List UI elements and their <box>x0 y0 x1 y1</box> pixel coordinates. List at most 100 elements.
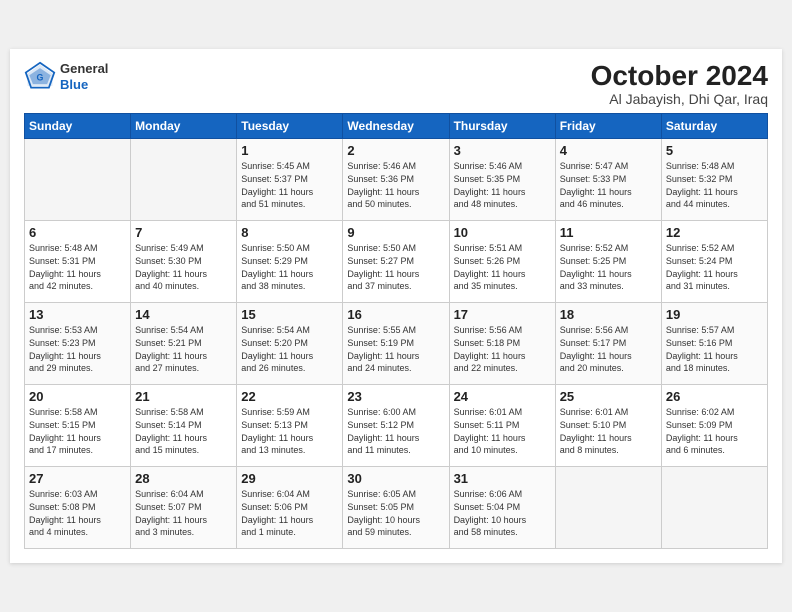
calendar-week-3: 13 Sunrise: 5:53 AM Sunset: 5:23 PM Dayli… <box>25 303 768 385</box>
day-number: 6 <box>29 225 126 240</box>
day-number: 25 <box>560 389 657 404</box>
day-number: 2 <box>347 143 444 158</box>
day-info: Sunrise: 5:48 AM Sunset: 5:32 PM Dayligh… <box>666 160 763 210</box>
day-number: 17 <box>454 307 551 322</box>
day-number: 18 <box>560 307 657 322</box>
calendar-cell: 18Sunrise: 5:56 AM Sunset: 5:17 PM Dayli… <box>555 303 661 385</box>
day-info: Sunrise: 5:52 AM Sunset: 5:24 PM Dayligh… <box>666 242 763 292</box>
day-number: 30 <box>347 471 444 486</box>
day-number: 28 <box>135 471 232 486</box>
day-number: 23 <box>347 389 444 404</box>
calendar-cell: 16 Sunrise: 5:55 AM Sunset: 5:19 PM Dayli… <box>343 303 449 385</box>
calendar-cell: 11Sunrise: 5:52 AM Sunset: 5:25 PM Dayli… <box>555 221 661 303</box>
calendar-cell: 26 Sunrise: 6:02 AM Sunset: 5:09 PM Dayli… <box>661 385 767 467</box>
calendar-header: Sunday Monday Tuesday Wednesday Thursday… <box>25 114 768 139</box>
calendar-container: G General Blue October 2024 Al Jabayish,… <box>10 49 782 564</box>
header: G General Blue October 2024 Al Jabayish,… <box>24 61 768 108</box>
calendar-title: October 2024 <box>591 61 768 92</box>
calendar-cell: 25 Sunrise: 6:01 AM Sunset: 5:10 PM Dayli… <box>555 385 661 467</box>
day-number: 4 <box>560 143 657 158</box>
calendar-cell: 4 Sunrise: 5:47 AM Sunset: 5:33 PM Daylig… <box>555 139 661 221</box>
day-number: 27 <box>29 471 126 486</box>
calendar-cell <box>555 467 661 549</box>
header-row: Sunday Monday Tuesday Wednesday Thursday… <box>25 114 768 139</box>
day-info: Sunrise: 5:46 AM Sunset: 5:36 PM Dayligh… <box>347 160 444 210</box>
day-info: Sunrise: 5:45 AM Sunset: 5:37 PM Dayligh… <box>241 160 338 210</box>
calendar-cell: 23 Sunrise: 6:00 AM Sunset: 5:12 PM Dayli… <box>343 385 449 467</box>
calendar-cell <box>661 467 767 549</box>
calendar-cell: 29 Sunrise: 6:04 AM Sunset: 5:06 PM Dayli… <box>237 467 343 549</box>
calendar-cell: 9 Sunrise: 5:50 AM Sunset: 5:27 PM Daylig… <box>343 221 449 303</box>
calendar-cell: 7 Sunrise: 5:49 AM Sunset: 5:30 PM Daylig… <box>131 221 237 303</box>
day-number: 22 <box>241 389 338 404</box>
day-info: Sunrise: 6:04 AM Sunset: 5:06 PM Dayligh… <box>241 488 338 538</box>
logo-text: General Blue <box>60 61 108 92</box>
day-number: 21 <box>135 389 232 404</box>
calendar-cell: 28Sunrise: 6:04 AM Sunset: 5:07 PM Dayli… <box>131 467 237 549</box>
day-number: 12 <box>666 225 763 240</box>
day-info: Sunrise: 6:01 AM Sunset: 5:11 PM Dayligh… <box>454 406 551 456</box>
day-info: Sunrise: 6:03 AM Sunset: 5:08 PM Dayligh… <box>29 488 126 538</box>
day-info: Sunrise: 5:49 AM Sunset: 5:30 PM Dayligh… <box>135 242 232 292</box>
title-block: October 2024 Al Jabayish, Dhi Qar, Iraq <box>591 61 768 108</box>
col-friday: Friday <box>555 114 661 139</box>
calendar-cell: 2 Sunrise: 5:46 AM Sunset: 5:36 PM Daylig… <box>343 139 449 221</box>
calendar-cell: 12 Sunrise: 5:52 AM Sunset: 5:24 PM Dayli… <box>661 221 767 303</box>
calendar-cell: 14Sunrise: 5:54 AM Sunset: 5:21 PM Dayli… <box>131 303 237 385</box>
day-number: 3 <box>454 143 551 158</box>
day-number: 8 <box>241 225 338 240</box>
day-number: 14 <box>135 307 232 322</box>
day-number: 26 <box>666 389 763 404</box>
calendar-week-4: 20 Sunrise: 5:58 AM Sunset: 5:15 PM Dayli… <box>25 385 768 467</box>
calendar-week-2: 6 Sunrise: 5:48 AM Sunset: 5:31 PM Daylig… <box>25 221 768 303</box>
day-number: 31 <box>454 471 551 486</box>
calendar-cell: 8 Sunrise: 5:50 AM Sunset: 5:29 PM Daylig… <box>237 221 343 303</box>
day-number: 7 <box>135 225 232 240</box>
svg-text:G: G <box>37 72 44 82</box>
day-info: Sunrise: 5:48 AM Sunset: 5:31 PM Dayligh… <box>29 242 126 292</box>
calendar-cell: 13 Sunrise: 5:53 AM Sunset: 5:23 PM Dayli… <box>25 303 131 385</box>
day-info: Sunrise: 5:46 AM Sunset: 5:35 PM Dayligh… <box>454 160 551 210</box>
calendar-cell: 21 Sunrise: 5:58 AM Sunset: 5:14 PM Dayli… <box>131 385 237 467</box>
calendar-cell: 31Sunrise: 6:06 AM Sunset: 5:04 PM Dayli… <box>449 467 555 549</box>
calendar-subtitle: Al Jabayish, Dhi Qar, Iraq <box>591 91 768 107</box>
day-info: Sunrise: 6:02 AM Sunset: 5:09 PM Dayligh… <box>666 406 763 456</box>
day-info: Sunrise: 5:50 AM Sunset: 5:27 PM Dayligh… <box>347 242 444 292</box>
calendar-cell: 3 Sunrise: 5:46 AM Sunset: 5:35 PM Daylig… <box>449 139 555 221</box>
logo: G General Blue <box>24 61 108 93</box>
day-number: 10 <box>454 225 551 240</box>
day-info: Sunrise: 5:57 AM Sunset: 5:16 PM Dayligh… <box>666 324 763 374</box>
day-info: Sunrise: 6:01 AM Sunset: 5:10 PM Dayligh… <box>560 406 657 456</box>
logo-icon: G <box>24 61 56 93</box>
day-info: Sunrise: 6:05 AM Sunset: 5:05 PM Dayligh… <box>347 488 444 538</box>
calendar-cell: 30 Sunrise: 6:05 AM Sunset: 5:05 PM Dayli… <box>343 467 449 549</box>
col-tuesday: Tuesday <box>237 114 343 139</box>
day-number: 13 <box>29 307 126 322</box>
day-number: 29 <box>241 471 338 486</box>
calendar-cell: 15Sunrise: 5:54 AM Sunset: 5:20 PM Dayli… <box>237 303 343 385</box>
day-info: Sunrise: 5:53 AM Sunset: 5:23 PM Dayligh… <box>29 324 126 374</box>
day-info: Sunrise: 5:55 AM Sunset: 5:19 PM Dayligh… <box>347 324 444 374</box>
calendar-cell: 6 Sunrise: 5:48 AM Sunset: 5:31 PM Daylig… <box>25 221 131 303</box>
day-info: Sunrise: 5:58 AM Sunset: 5:14 PM Dayligh… <box>135 406 232 456</box>
day-number: 20 <box>29 389 126 404</box>
calendar-cell: 5Sunrise: 5:48 AM Sunset: 5:32 PM Daylig… <box>661 139 767 221</box>
calendar-cell: 27 Sunrise: 6:03 AM Sunset: 5:08 PM Dayli… <box>25 467 131 549</box>
day-number: 1 <box>241 143 338 158</box>
day-info: Sunrise: 5:50 AM Sunset: 5:29 PM Dayligh… <box>241 242 338 292</box>
day-info: Sunrise: 5:54 AM Sunset: 5:20 PM Dayligh… <box>241 324 338 374</box>
day-number: 16 <box>347 307 444 322</box>
day-number: 9 <box>347 225 444 240</box>
day-info: Sunrise: 5:58 AM Sunset: 5:15 PM Dayligh… <box>29 406 126 456</box>
calendar-cell: 17Sunrise: 5:56 AM Sunset: 5:18 PM Dayli… <box>449 303 555 385</box>
calendar-cell: 1 Sunrise: 5:45 AM Sunset: 5:37 PM Daylig… <box>237 139 343 221</box>
day-info: Sunrise: 6:00 AM Sunset: 5:12 PM Dayligh… <box>347 406 444 456</box>
day-info: Sunrise: 5:47 AM Sunset: 5:33 PM Dayligh… <box>560 160 657 210</box>
col-wednesday: Wednesday <box>343 114 449 139</box>
calendar-week-5: 27 Sunrise: 6:03 AM Sunset: 5:08 PM Dayli… <box>25 467 768 549</box>
col-sunday: Sunday <box>25 114 131 139</box>
day-info: Sunrise: 5:51 AM Sunset: 5:26 PM Dayligh… <box>454 242 551 292</box>
day-number: 19 <box>666 307 763 322</box>
calendar-cell: 22Sunrise: 5:59 AM Sunset: 5:13 PM Dayli… <box>237 385 343 467</box>
calendar-table: Sunday Monday Tuesday Wednesday Thursday… <box>24 113 768 549</box>
